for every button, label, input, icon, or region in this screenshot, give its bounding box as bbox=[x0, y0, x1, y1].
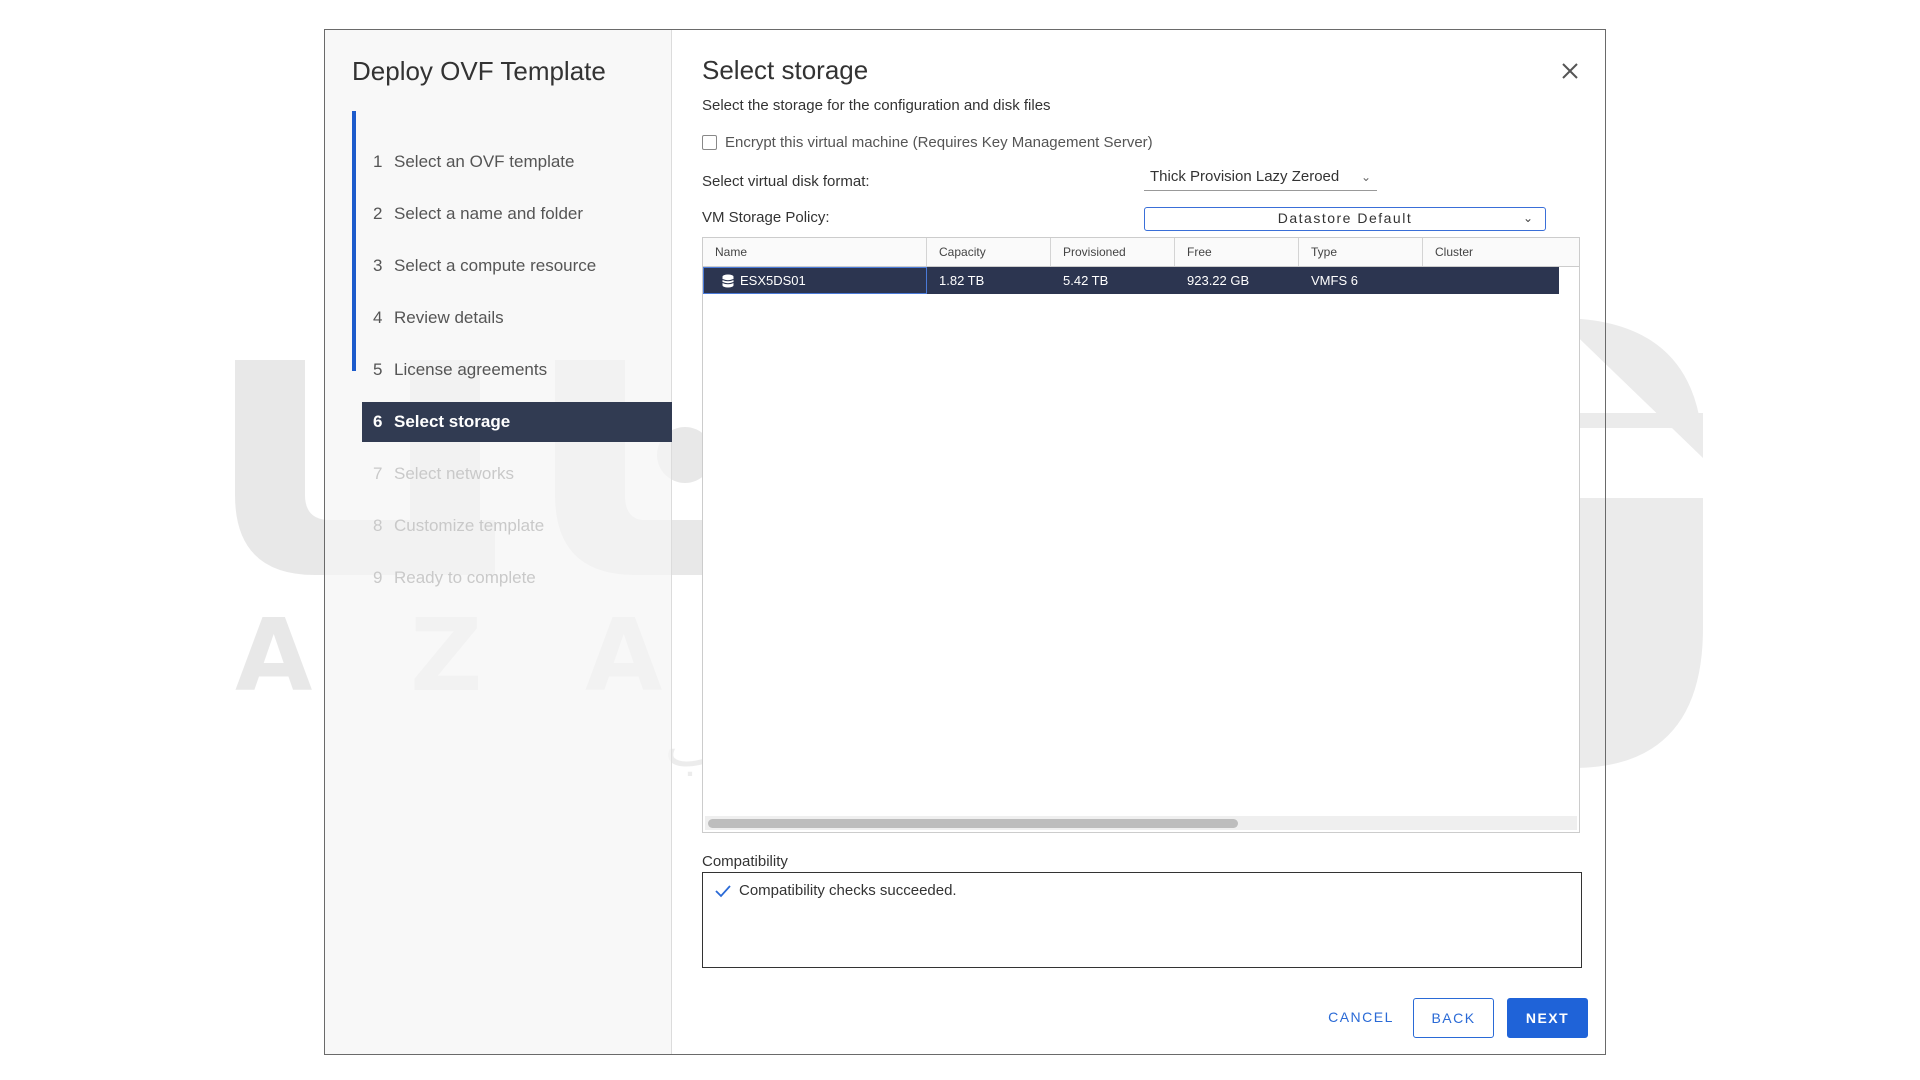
table-row[interactable]: ESX5DS01 1.82 TB 5.42 TB 923.22 GB VMFS … bbox=[703, 267, 1559, 294]
step-number: 6 bbox=[373, 412, 383, 431]
cell-type: VMFS 6 bbox=[1311, 273, 1358, 288]
wizard-content: Select storage Select the storage for th… bbox=[671, 30, 1605, 1054]
datastore-name: ESX5DS01 bbox=[740, 273, 806, 288]
wizard-step-5[interactable]: 5 License agreements bbox=[352, 350, 671, 390]
compatibility-label: Compatibility bbox=[702, 853, 788, 870]
step-label: Ready to complete bbox=[394, 568, 536, 587]
wizard-step-3[interactable]: 3 Select a compute resource bbox=[352, 246, 671, 286]
step-label: Select networks bbox=[394, 464, 514, 483]
step-number: 1 bbox=[373, 152, 383, 171]
storage-policy-select[interactable]: Datastore Default ⌄ bbox=[1144, 207, 1546, 231]
disk-format-select[interactable]: Thick Provision Lazy Zeroed ⌄ bbox=[1144, 165, 1377, 191]
step-label: Select a name and folder bbox=[394, 204, 584, 223]
step-number: 9 bbox=[373, 568, 383, 587]
grid-header: Name Capacity Provisioned Free Type Clus… bbox=[703, 238, 1579, 267]
disk-format-label: Select virtual disk format: bbox=[702, 173, 870, 190]
next-button[interactable]: NEXT bbox=[1507, 998, 1588, 1038]
wizard-step-2[interactable]: 2 Select a name and folder bbox=[352, 194, 671, 234]
compatibility-text: Compatibility checks succeeded. bbox=[739, 882, 957, 899]
encrypt-option: Encrypt this virtual machine (Requires K… bbox=[702, 134, 1153, 151]
compatibility-message: Compatibility checks succeeded. bbox=[715, 882, 957, 899]
step-number: 3 bbox=[373, 256, 383, 275]
close-icon[interactable] bbox=[1557, 58, 1583, 84]
cell-cluster bbox=[1423, 267, 1559, 294]
compatibility-box: Compatibility checks succeeded. bbox=[702, 872, 1582, 968]
step-number: 5 bbox=[373, 360, 383, 379]
wizard-step-4[interactable]: 4 Review details bbox=[352, 298, 671, 338]
horizontal-scrollbar[interactable] bbox=[705, 816, 1577, 830]
cell-name: ESX5DS01 bbox=[703, 267, 927, 294]
checkmark-icon bbox=[715, 884, 731, 897]
column-header-free[interactable]: Free bbox=[1175, 238, 1299, 266]
column-header-cluster[interactable]: Cluster bbox=[1423, 238, 1579, 266]
cell-free: 923.22 GB bbox=[1187, 273, 1250, 288]
column-header-provisioned[interactable]: Provisioned bbox=[1051, 238, 1175, 266]
storage-policy-label: VM Storage Policy: bbox=[702, 209, 830, 226]
cell-capacity: 1.82 TB bbox=[939, 273, 985, 288]
wizard-step-8: 8 Customize template bbox=[352, 506, 671, 546]
step-number: 4 bbox=[373, 308, 383, 327]
storage-policy-value: Datastore Default bbox=[1277, 210, 1413, 226]
column-header-name[interactable]: Name bbox=[703, 238, 927, 266]
wizard-step-7: 7 Select networks bbox=[352, 454, 671, 494]
step-label: License agreements bbox=[394, 360, 548, 379]
column-header-type[interactable]: Type bbox=[1299, 238, 1423, 266]
wizard-step-1[interactable]: 1 Select an OVF template bbox=[352, 142, 671, 182]
step-label: Customize template bbox=[394, 516, 545, 535]
cancel-button[interactable]: CANCEL bbox=[1316, 998, 1406, 1038]
column-header-capacity[interactable]: Capacity bbox=[927, 238, 1051, 266]
step-number: 2 bbox=[373, 204, 383, 223]
chevron-down-icon: ⌄ bbox=[1360, 170, 1371, 184]
datastore-grid: Name Capacity Provisioned Free Type Clus… bbox=[702, 237, 1580, 833]
wizard-step-9: 9 Ready to complete bbox=[352, 558, 671, 598]
step-label: Select a compute resource bbox=[394, 256, 597, 275]
page-title: Select storage bbox=[702, 55, 869, 85]
encrypt-checkbox[interactable] bbox=[702, 135, 717, 150]
step-number: 7 bbox=[373, 464, 383, 483]
step-label: Select an OVF template bbox=[394, 152, 575, 171]
page-subtitle: Select the storage for the configuration… bbox=[702, 97, 1051, 114]
cell-provisioned: 5.42 TB bbox=[1063, 273, 1109, 288]
step-number: 8 bbox=[373, 516, 383, 535]
wizard-step-6[interactable]: 6 Select storage bbox=[362, 402, 672, 442]
step-label: Review details bbox=[394, 308, 504, 327]
back-button[interactable]: BACK bbox=[1413, 998, 1494, 1038]
scrollbar-thumb[interactable] bbox=[708, 819, 1238, 828]
datastore-icon bbox=[722, 274, 734, 287]
step-label: Select storage bbox=[394, 412, 511, 431]
wizard-sidebar: Deploy OVF Template 1 Select an OVF templ… bbox=[325, 30, 672, 1054]
wizard-title: Deploy OVF Template bbox=[352, 56, 606, 86]
chevron-down-icon: ⌄ bbox=[1522, 211, 1533, 225]
watermark-letter: A bbox=[235, 597, 312, 705]
disk-format-value: Thick Provision Lazy Zeroed bbox=[1150, 168, 1340, 185]
encrypt-label: Encrypt this virtual machine (Requires K… bbox=[725, 134, 1153, 151]
deploy-ovf-dialog: Deploy OVF Template 1 Select an OVF templ… bbox=[324, 29, 1606, 1055]
